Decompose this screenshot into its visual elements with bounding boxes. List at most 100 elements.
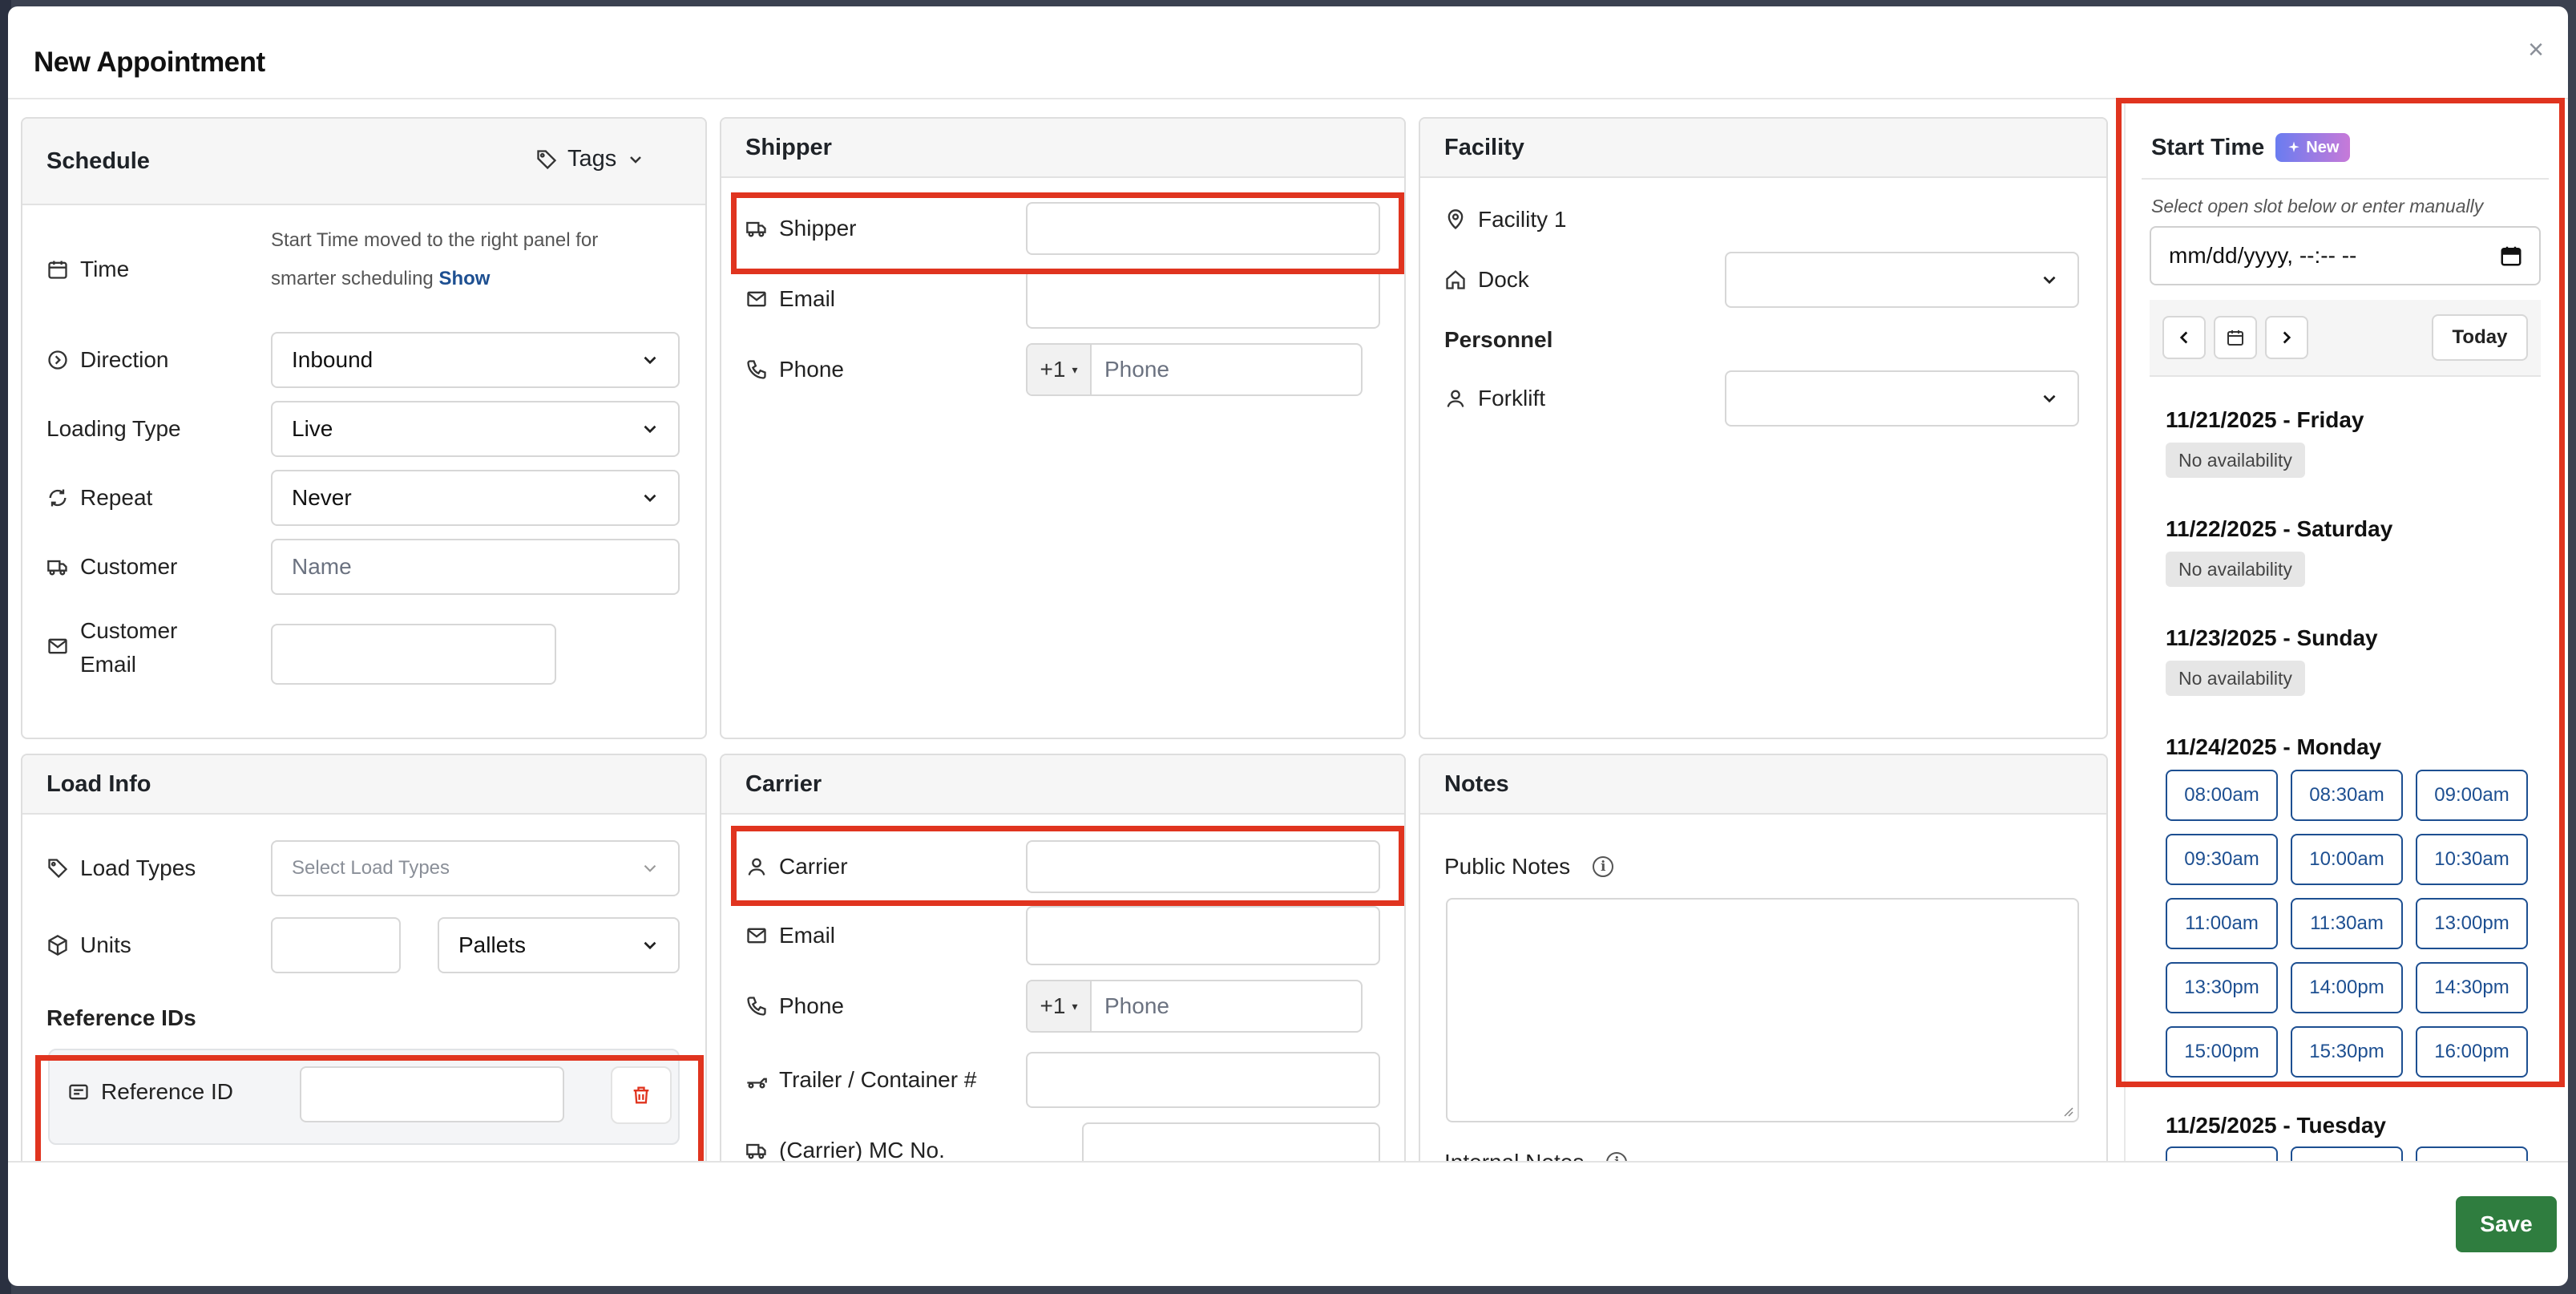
customer-email-input[interactable] (271, 624, 556, 685)
date-navigation: Today (2150, 300, 2541, 377)
customer-label: Customer (46, 554, 177, 580)
resize-handle-icon[interactable] (2060, 1103, 2074, 1118)
day-heading: 11/22/2025 - Saturday (2166, 516, 2393, 541)
customer-input[interactable]: Name (271, 539, 680, 595)
start-time-panel: Start Time New Select open slot below or… (2124, 99, 2565, 1161)
time-slot-button[interactable]: 11:30am (2291, 898, 2403, 949)
carrier-label-text: Carrier (779, 854, 848, 879)
calendar-icon (48, 261, 67, 279)
time-slot-button[interactable]: 10:00am (2291, 834, 2403, 885)
shipper-email-label-text: Email (779, 286, 836, 311)
notes-header: Notes (1420, 755, 2106, 815)
time-slot-button[interactable]: 09:30am (2166, 834, 2278, 885)
time-slot-button[interactable]: 10:30am (2416, 834, 2528, 885)
tag-icon (48, 859, 68, 879)
phone-icon (747, 360, 766, 379)
today-button[interactable]: Today (2432, 314, 2528, 361)
notes-card: Notes Public Notes i Internal Notes i (1419, 754, 2108, 1161)
reference-id-input[interactable] (300, 1066, 564, 1122)
forklift-label: Forklift (1444, 386, 1545, 411)
phone-icon (747, 997, 766, 1016)
time-slot-button[interactable]: 14:00pm (2291, 962, 2403, 1013)
trailer-icon (747, 1078, 767, 1089)
direction-label-text: Direction (80, 347, 169, 372)
direction-icon (48, 350, 67, 370)
dock-label-text: Dock (1478, 267, 1529, 292)
loading-type-label: Loading Type (46, 416, 181, 441)
no-availability-badge: No availability (2166, 443, 2305, 478)
carrier-input[interactable] (1026, 840, 1380, 893)
calendar-icon[interactable] (2499, 244, 2523, 268)
time-slot-button[interactable]: 08:30am (2291, 770, 2403, 821)
public-notes-textarea[interactable] (1446, 898, 2079, 1122)
reference-id-row: Reference ID (48, 1049, 680, 1145)
load-types-label-text: Load Types (80, 855, 196, 880)
country-code-select[interactable]: +1 ▾ (1028, 981, 1092, 1031)
trailer-input[interactable] (1026, 1052, 1380, 1108)
next-button[interactable] (2265, 316, 2308, 359)
carrier-email-label-text: Email (779, 923, 836, 948)
customer-email-label: Customer Email (46, 614, 177, 681)
time-slot-button[interactable]: 15:30pm (2291, 1026, 2403, 1078)
chevron-down-icon (644, 941, 656, 950)
time-slot-button[interactable]: 09:00am (2416, 770, 2528, 821)
customer-placeholder: Name (292, 554, 352, 579)
time-slot-button[interactable]: 13:30pm (2166, 962, 2278, 1013)
mc-input[interactable] (1082, 1122, 1380, 1161)
public-notes-label: Public Notes i (1444, 854, 1614, 880)
show-link[interactable]: Show (438, 268, 490, 289)
carrier-email-input[interactable] (1026, 906, 1380, 965)
customer-email-label-1: Customer (80, 618, 178, 643)
repeat-select[interactable]: Never (271, 470, 680, 526)
day-heading: 11/25/2025 - Tuesday (2166, 1113, 2386, 1138)
calendar-picker-button[interactable] (2214, 316, 2257, 359)
forklift-select[interactable] (1725, 370, 2079, 427)
save-button[interactable]: Save (2456, 1196, 2557, 1252)
time-slot-button[interactable]: 14:30pm (2416, 962, 2528, 1013)
shipper-phone-label: Phone (745, 357, 844, 382)
time-slot-button[interactable]: 11:00am (2166, 898, 2278, 949)
time-helper-line-1: Start Time moved to the right panel for (271, 229, 599, 251)
time-slot-button[interactable] (2416, 1146, 2528, 1161)
map-pin-icon (1447, 209, 1464, 230)
time-slot-button[interactable]: 15:00pm (2166, 1026, 2278, 1078)
shipper-input[interactable] (1026, 202, 1380, 255)
internal-notes-label: Internal Notes i (1444, 1150, 1628, 1161)
units-type-select[interactable]: Pallets (438, 917, 680, 973)
start-time-datetime-input[interactable]: mm/dd/yyyy, --:-- -- (2150, 226, 2541, 285)
carrier-phone-label: Phone (745, 993, 844, 1019)
country-code-select[interactable]: +1 ▾ (1028, 345, 1092, 394)
units-input[interactable] (271, 917, 401, 973)
loading-type-select[interactable]: Live (271, 401, 680, 457)
carrier-phone-input[interactable]: +1 ▾ Phone (1026, 980, 1363, 1033)
time-slot-button[interactable] (2166, 1146, 2278, 1161)
direction-select[interactable]: Inbound (271, 332, 680, 388)
chevron-down-icon (2043, 394, 2056, 403)
previous-button[interactable] (2162, 316, 2206, 359)
tags-dropdown[interactable]: Tags (535, 146, 645, 172)
time-slot-button[interactable]: 13:00pm (2416, 898, 2528, 949)
shipper-header: Shipper (721, 119, 1404, 178)
time-helper: Start Time moved to the right panel for … (271, 221, 598, 298)
dock-select[interactable] (1725, 252, 2079, 308)
tags-label: Tags (567, 146, 617, 172)
info-icon[interactable]: i (1593, 856, 1614, 877)
time-slot-button[interactable] (2291, 1146, 2403, 1161)
delete-reference-button[interactable] (611, 1066, 672, 1124)
shipper-label: Shipper (745, 216, 857, 241)
info-icon[interactable]: i (1606, 1152, 1628, 1161)
carrier-phone-placeholder: Phone (1104, 993, 1169, 1018)
truck-icon (47, 560, 67, 576)
shipper-phone-input[interactable]: +1 ▾ Phone (1026, 343, 1363, 396)
load-types-select[interactable]: Select Load Types (271, 840, 680, 896)
chevron-down-icon (630, 156, 642, 164)
load-types-label: Load Types (46, 855, 196, 881)
personnel-heading: Personnel (1444, 327, 1553, 352)
time-slot-button[interactable]: 08:00am (2166, 770, 2278, 821)
calendar-icon (2227, 330, 2243, 346)
shipper-label-text: Shipper (779, 216, 857, 241)
time-slot-button[interactable]: 16:00pm (2416, 1026, 2528, 1078)
shipper-email-input[interactable] (1026, 269, 1380, 329)
carrier-card: Carrier Carrier Email Phone +1 ▾ Phone T… (720, 754, 1406, 1161)
close-icon[interactable]: × (2521, 35, 2550, 64)
